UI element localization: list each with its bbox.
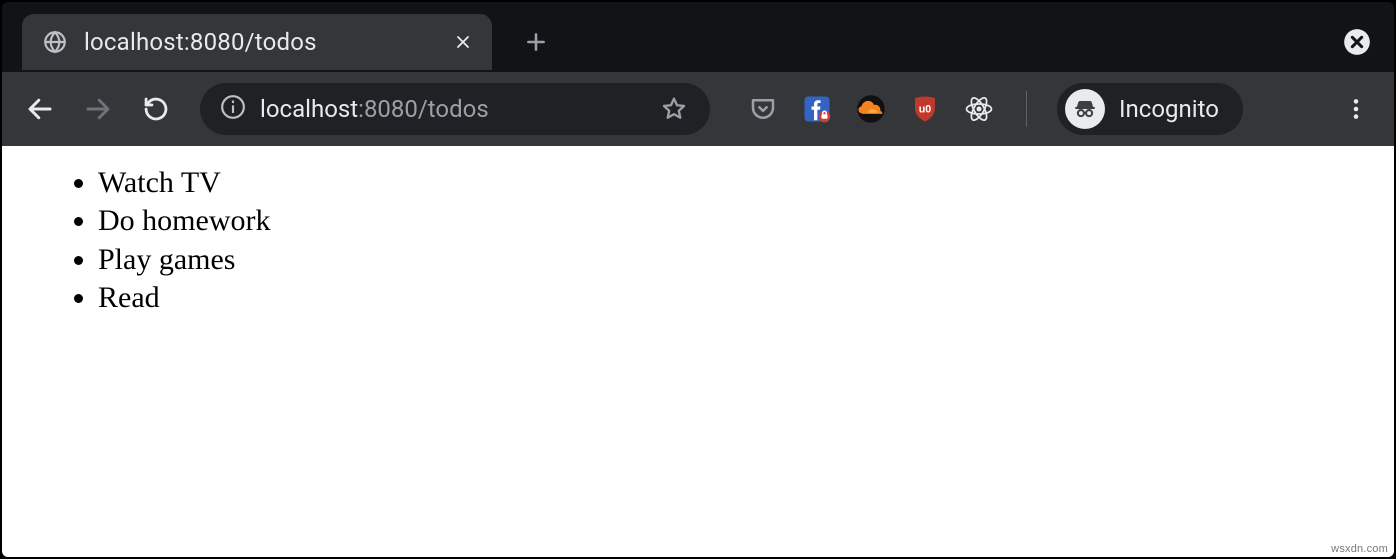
incognito-indicator[interactable]: Incognito bbox=[1057, 83, 1243, 135]
pocket-extension-icon[interactable] bbox=[746, 92, 780, 126]
toolbar: localhost:8080/todos bbox=[2, 72, 1394, 146]
facebook-container-extension-icon[interactable] bbox=[800, 92, 834, 126]
reload-button[interactable] bbox=[132, 85, 180, 133]
tab-close-button[interactable] bbox=[452, 31, 474, 53]
toolbar-separator bbox=[1026, 91, 1027, 127]
incognito-icon bbox=[1065, 89, 1105, 129]
cloudflare-extension-icon[interactable] bbox=[854, 92, 888, 126]
watermark-text: wsxdn.com bbox=[1331, 543, 1388, 555]
extensions-area: u0 bbox=[746, 83, 1243, 135]
react-devtools-extension-icon[interactable] bbox=[962, 92, 996, 126]
ublock-origin-extension-icon[interactable]: u0 bbox=[908, 92, 942, 126]
tab-strip: localhost:8080/todos bbox=[2, 12, 1394, 72]
url-path: :8080/todos bbox=[358, 95, 489, 123]
browser-menu-button[interactable] bbox=[1332, 85, 1380, 133]
window-close-button[interactable] bbox=[1342, 27, 1372, 57]
page-content: Watch TV Do homework Play games Read bbox=[2, 146, 1394, 336]
tab-title: localhost:8080/todos bbox=[84, 28, 436, 56]
browser-window: localhost:8080/todos bbox=[0, 0, 1396, 559]
forward-button[interactable] bbox=[74, 85, 122, 133]
omnibox[interactable]: localhost:8080/todos bbox=[200, 83, 710, 135]
window-frame-top bbox=[2, 2, 1394, 12]
bookmark-star-icon[interactable] bbox=[652, 87, 696, 131]
svg-text:u0: u0 bbox=[919, 103, 932, 115]
list-item: Play games bbox=[98, 241, 1354, 279]
list-item: Watch TV bbox=[98, 164, 1354, 202]
url-text: localhost:8080/todos bbox=[260, 95, 638, 123]
browser-tab[interactable]: localhost:8080/todos bbox=[22, 14, 492, 70]
back-button[interactable] bbox=[16, 85, 64, 133]
page-viewport: Watch TV Do homework Play games Read wsx… bbox=[2, 146, 1394, 557]
url-host: localhost bbox=[260, 95, 358, 123]
incognito-label: Incognito bbox=[1119, 95, 1219, 123]
todo-list: Watch TV Do homework Play games Read bbox=[42, 164, 1354, 318]
site-info-icon[interactable] bbox=[220, 94, 246, 124]
globe-icon bbox=[42, 29, 68, 55]
list-item: Read bbox=[98, 279, 1354, 317]
new-tab-button[interactable] bbox=[516, 22, 556, 62]
list-item: Do homework bbox=[98, 202, 1354, 240]
